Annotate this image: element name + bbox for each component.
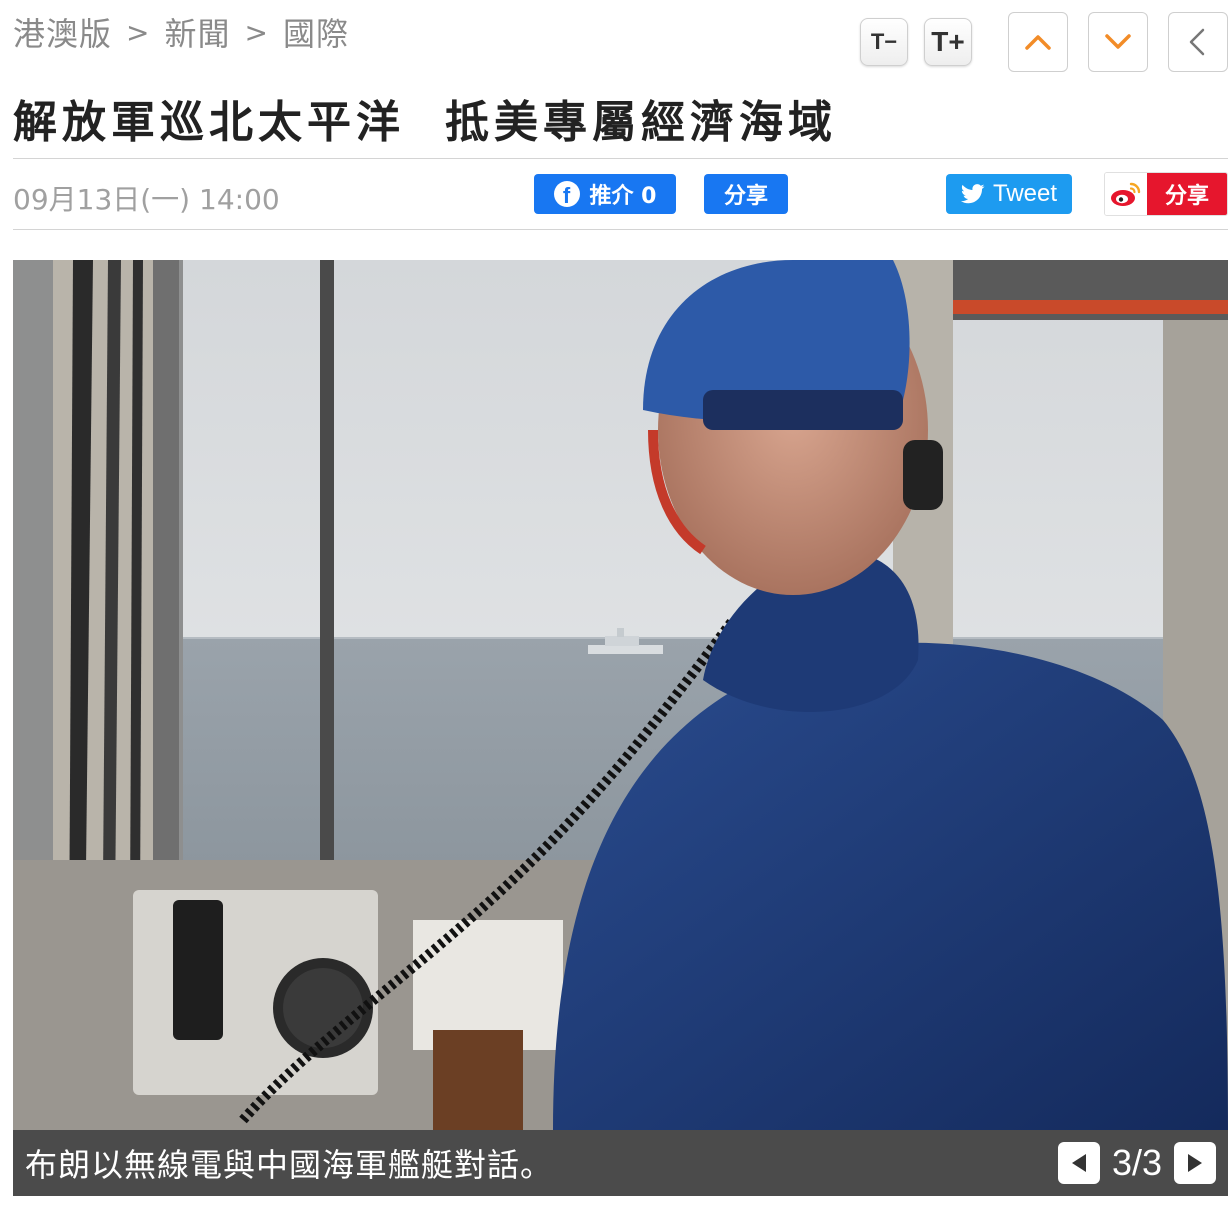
chevron-up-icon [1025,35,1051,50]
article-toolbar: T− T+ [860,12,1228,72]
photo-caption-bar: 布朗以無線電與中國海軍艦艇對話。 3/3 [13,1130,1228,1196]
gallery-counter: 3/3 [1111,1142,1162,1183]
facebook-like-button[interactable]: f 推介 0 [534,174,676,214]
breadcrumb-separator: > [244,15,269,49]
weibo-icon [1105,173,1147,215]
article-title: 解放軍巡北太平洋 抵美專屬經濟海域 [13,86,837,150]
gallery-next-button[interactable] [1174,1142,1216,1184]
gallery-pager: 3/3 [1057,1142,1216,1184]
triangle-right-icon [1188,1154,1202,1172]
weibo-share-label: 分享 [1147,173,1227,215]
article-title-part1: 解放軍巡北太平洋 [13,97,405,148]
breadcrumb-item-news[interactable]: 新聞 [164,9,230,55]
tweet-button[interactable]: Tweet [946,174,1072,214]
next-article-button[interactable] [1088,12,1148,72]
divider [13,158,1228,159]
facebook-share-button[interactable]: 分享 [704,174,788,214]
facebook-icon: f [553,181,580,207]
ship-bridge-photo [13,260,1228,1130]
photo-caption: 布朗以無線電與中國海軍艦艇對話。 [25,1146,554,1184]
article-title-part2: 抵美專屬經濟海域 [445,97,837,148]
back-button[interactable] [1168,12,1228,72]
font-increase-button[interactable]: T+ [924,18,972,66]
breadcrumb-separator: > [126,15,151,49]
article-photo[interactable] [13,260,1228,1130]
chevron-down-icon [1105,34,1131,49]
font-decrease-button[interactable]: T− [860,18,908,66]
divider [13,229,1228,230]
chevron-left-icon [1189,28,1205,56]
tweet-label: Tweet [992,180,1058,207]
weibo-share-button[interactable]: 分享 [1104,172,1228,216]
twitter-bird-icon [960,184,985,204]
facebook-like-label: 推介 0 [589,184,657,209]
previous-article-button[interactable] [1008,12,1068,72]
breadcrumb-item-international[interactable]: 國際 [283,9,349,55]
breadcrumb-item-edition[interactable]: 港澳版 [13,9,112,55]
publish-date: 09月13日(一) 14:00 [13,183,280,216]
breadcrumb: 港澳版 > 新聞 > 國際 [13,10,349,54]
gallery-prev-button[interactable] [1057,1142,1100,1184]
triangle-left-icon [1071,1154,1086,1172]
